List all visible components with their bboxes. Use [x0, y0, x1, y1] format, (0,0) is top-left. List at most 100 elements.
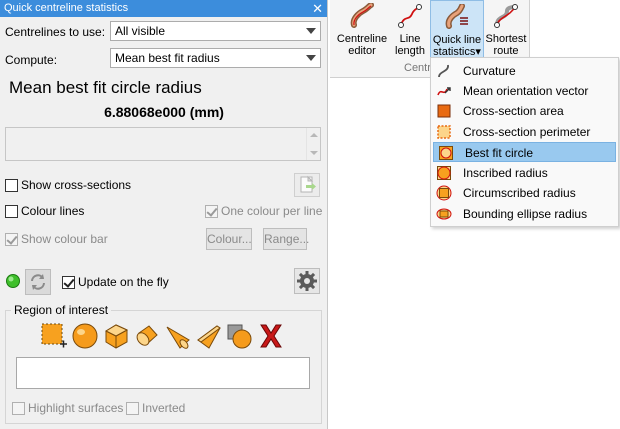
surface-roi-icon [227, 324, 252, 349]
sphere-roi-icon [72, 323, 98, 349]
close-icon[interactable]: ✕ [312, 0, 323, 17]
cone-roi-button[interactable] [164, 322, 192, 350]
cube-roi-icon [104, 324, 129, 349]
quick-line-statistics-button[interactable]: Quick line statistics▾ [430, 0, 484, 62]
settings-button[interactable] [294, 268, 320, 294]
quick-line-statistics-icon [445, 4, 468, 29]
menu-item-mean-orientation-vector[interactable]: Mean orientation vector [432, 81, 617, 101]
cone-roi-icon [166, 326, 190, 349]
colour-lines-label: Colour lines [21, 204, 85, 218]
menu-item-label: Cross-section area [463, 104, 564, 118]
shortest-route-button[interactable]: Shortest route [484, 0, 528, 62]
update-on-the-fly-checkbox[interactable]: Update on the fly [62, 275, 169, 289]
centreline-editor-icon [350, 3, 374, 28]
menu-item-best-fit-circle[interactable]: Best fit circle [433, 142, 616, 162]
refresh-button[interactable] [25, 269, 51, 295]
cylinder-roi-icon [136, 325, 158, 346]
panel-title: Quick centreline statistics [4, 2, 129, 14]
slab-roi-icon [197, 325, 221, 349]
shortest-route-label-2: route [493, 45, 519, 57]
menu-item-label: Curvature [463, 64, 516, 78]
show-cross-sections-checkbox[interactable]: Show cross-sections [5, 178, 131, 192]
menu-item-curvature[interactable]: Curvature [432, 61, 617, 81]
show-cross-sections-label: Show cross-sections [21, 178, 132, 192]
checkbox-box[interactable] [205, 204, 218, 218]
line-length-label-1: Line [399, 33, 421, 45]
region-of-interest-label: Region of interest [11, 303, 112, 317]
shortest-route-label-1: Shortest [485, 33, 527, 45]
scroll-up-icon[interactable] [310, 133, 318, 137]
centreline-editor-label-1: Centreline [336, 33, 388, 45]
quick-centreline-statistics-panel: Quick centreline statistics ✕ Centreline… [0, 0, 328, 429]
centrelines-select[interactable]: All visible [110, 21, 321, 41]
inscribed-radius-icon [437, 166, 451, 180]
result-value: 6.88068e000 (mm) [104, 104, 224, 120]
checkbox-box[interactable] [126, 401, 139, 415]
refresh-icon [31, 274, 45, 290]
menu-item-inscribed-radius[interactable]: Inscribed radius [432, 163, 617, 183]
show-colour-bar-label: Show colour bar [21, 232, 108, 246]
bounding-ellipse-icon [436, 208, 452, 220]
chevron-down-icon [306, 28, 316, 34]
result-text-area[interactable] [5, 127, 321, 161]
result-title: Mean best fit circle radius [9, 78, 202, 97]
checkbox-box[interactable] [5, 204, 18, 218]
compute-label: Compute: [5, 53, 58, 67]
scroll-down-icon[interactable] [310, 151, 318, 155]
menu-item-bounding-ellipse-radius[interactable]: Bounding ellipse radius [432, 204, 617, 224]
one-colour-per-line-checkbox[interactable]: One colour per line [205, 204, 322, 218]
menu-item-cross-section-perimeter[interactable]: Cross-section perimeter [432, 122, 617, 142]
add-roi-icon [41, 323, 67, 348]
export-button[interactable] [294, 173, 320, 197]
show-colour-bar-checkbox[interactable]: Show colour bar [5, 232, 108, 246]
update-on-the-fly-label: Update on the fly [78, 275, 169, 289]
colour-button[interactable]: Colour... [206, 228, 252, 250]
line-length-icon [398, 4, 422, 28]
line-length-label-2: length [395, 45, 425, 57]
sphere-roi-button[interactable] [71, 322, 99, 350]
status-ok-icon [6, 274, 20, 288]
chevron-down-icon [306, 55, 316, 61]
menu-item-label: Mean orientation vector [463, 84, 589, 98]
quick-line-statistics-label-1: Quick line [432, 34, 482, 46]
line-length-button[interactable]: Line length [392, 0, 428, 62]
inverted-checkbox[interactable]: Inverted [126, 401, 185, 415]
checkbox-box[interactable] [5, 178, 18, 192]
menu-item-cross-section-area[interactable]: Cross-section area [432, 101, 617, 121]
centreline-editor-button[interactable]: Centreline editor [334, 0, 390, 62]
surface-roi-button[interactable] [226, 322, 254, 350]
ribbon-group-label: Centr [404, 62, 431, 74]
centrelines-select-value: All visible [115, 24, 166, 38]
menu-item-label: Best fit circle [465, 146, 534, 160]
cylinder-roi-button[interactable] [133, 322, 161, 350]
shortest-route-icon [494, 4, 518, 28]
one-colour-per-line-label: One colour per line [221, 204, 323, 218]
result-scrollbar[interactable] [306, 128, 320, 160]
circumscribed-radius-icon [436, 185, 452, 201]
cube-roi-button[interactable] [102, 322, 130, 350]
centreline-editor-label-2: editor [348, 45, 376, 57]
checkbox-box[interactable] [12, 401, 25, 415]
range-button[interactable]: Range... [263, 228, 309, 250]
slab-roi-button[interactable] [195, 322, 223, 350]
delete-roi-icon [260, 324, 282, 348]
menu-item-label: Inscribed radius [463, 166, 548, 180]
highlight-surfaces-checkbox[interactable]: Highlight surfaces [12, 401, 123, 415]
compute-select[interactable]: Mean best fit radius [110, 48, 321, 68]
export-icon [300, 175, 316, 193]
delete-roi-button[interactable] [257, 322, 285, 350]
quick-line-statistics-menu: Curvature Mean orientation vector Cross-… [430, 57, 619, 227]
compute-select-value: Mean best fit radius [115, 51, 220, 65]
menu-item-label: Circumscribed radius [463, 186, 576, 200]
colour-lines-checkbox[interactable]: Colour lines [5, 204, 84, 218]
menu-item-circumscribed-radius[interactable]: Circumscribed radius [432, 183, 617, 203]
gear-icon [297, 271, 317, 291]
checkbox-box[interactable] [62, 275, 75, 289]
inverted-label: Inverted [142, 401, 186, 415]
cross-section-area-icon [437, 104, 451, 118]
add-roi-button[interactable] [40, 322, 68, 350]
roi-text-field[interactable] [16, 357, 310, 389]
checkbox-box[interactable] [5, 232, 18, 246]
panel-title-bar: Quick centreline statistics ✕ [0, 0, 327, 17]
orientation-vector-icon [437, 87, 451, 96]
